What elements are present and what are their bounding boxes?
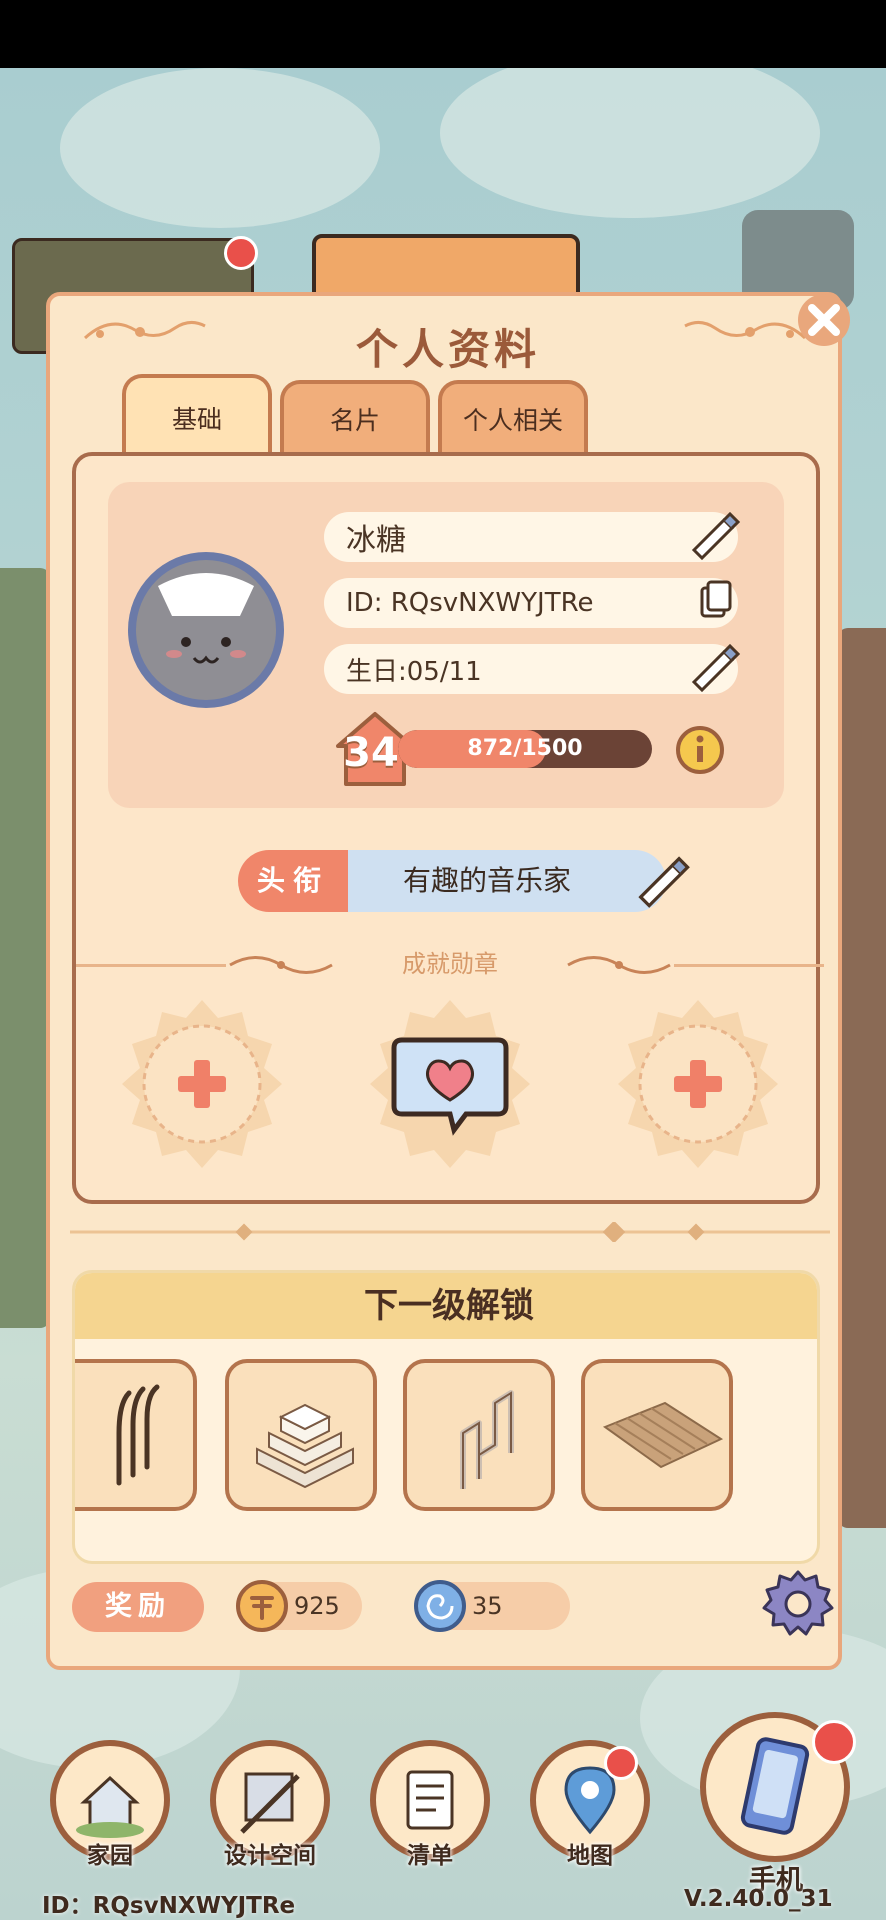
title-label: 头衔 bbox=[238, 850, 348, 912]
divider-left bbox=[76, 964, 226, 967]
flourish-left-icon bbox=[229, 956, 333, 974]
avatar[interactable] bbox=[122, 546, 290, 714]
add-medal-slot-1[interactable] bbox=[114, 996, 290, 1172]
xp-text: 872/1500 bbox=[467, 736, 583, 761]
reward-label: 奖励 bbox=[72, 1582, 204, 1632]
achievement-heading-row: 成就勋章 bbox=[76, 944, 824, 984]
title-pill[interactable]: 头衔 有趣的音乐家 bbox=[238, 850, 690, 912]
fence-item[interactable] bbox=[403, 1359, 555, 1511]
nav-design-label: 设计空间 bbox=[224, 1843, 316, 1869]
section-divider bbox=[70, 1222, 830, 1242]
notification-dot bbox=[224, 236, 258, 270]
flourish-right-icon bbox=[567, 956, 671, 974]
map-notification-dot bbox=[604, 1746, 638, 1780]
close-icon[interactable] bbox=[792, 288, 856, 352]
player-name: 冰糖 bbox=[346, 523, 406, 558]
achievement-medal-heart[interactable] bbox=[362, 996, 538, 1172]
name-field: 冰糖 bbox=[324, 511, 741, 562]
coin-reward: 925 bbox=[236, 1580, 362, 1632]
straw-mat-item[interactable] bbox=[581, 1359, 733, 1511]
stairs-item[interactable] bbox=[225, 1359, 377, 1511]
achievement-heading: 成就勋章 bbox=[402, 950, 498, 978]
gear-icon[interactable] bbox=[760, 1566, 836, 1642]
copy-icon[interactable] bbox=[684, 570, 744, 630]
tab-basic[interactable]: 基础 bbox=[122, 374, 272, 458]
railing-item[interactable] bbox=[75, 1359, 197, 1511]
player-birthday: 生日:05/11 bbox=[346, 656, 482, 687]
level-row: 34 872/1500 bbox=[336, 712, 738, 786]
nav-list-label: 清单 bbox=[407, 1843, 453, 1869]
footer-player-id: ID：RQsvNXWYJTRe bbox=[42, 1893, 296, 1919]
dialog-title: 个人资料 bbox=[355, 325, 540, 374]
player-id: ID: RQsvNXWYJTRe bbox=[346, 588, 594, 618]
divider-right bbox=[674, 964, 824, 967]
nav-map-label: 地图 bbox=[567, 1843, 613, 1869]
basic-info-panel: 冰糖 ID: RQsvNXWYJTRe 生日:05/11 34 872/1500… bbox=[72, 452, 824, 1204]
tab-name-card[interactable]: 名片 bbox=[280, 380, 430, 454]
next-level-unlock-panel: 下一级解锁 bbox=[72, 1270, 820, 1564]
tab-personal[interactable]: 个人相关 bbox=[438, 380, 588, 454]
xp-bar: 872/1500 bbox=[398, 730, 652, 768]
reward-row: 奖励 925 35 bbox=[72, 1570, 834, 1636]
gem-reward: 35 bbox=[414, 1580, 570, 1632]
coin-icon bbox=[236, 1580, 288, 1632]
fence-icon bbox=[460, 1390, 514, 1489]
room-scene-right bbox=[838, 628, 886, 1528]
edit-title-icon[interactable] bbox=[630, 848, 694, 912]
nav-home-label: 家园 bbox=[87, 1843, 133, 1869]
next-level-heading: 下一级解锁 bbox=[75, 1273, 817, 1339]
gem-count: 35 bbox=[472, 1592, 503, 1620]
version-label: V.2.40.0_31 bbox=[684, 1886, 833, 1912]
info-icon[interactable] bbox=[674, 724, 726, 776]
birthday-field: 生日:05/11 bbox=[324, 643, 741, 694]
id-field: ID: RQsvNXWYJTRe bbox=[324, 578, 738, 628]
swirl-gem-icon bbox=[414, 1580, 466, 1632]
phone-notification-dot bbox=[812, 1720, 856, 1764]
profile-card: 冰糖 ID: RQsvNXWYJTRe 生日:05/11 34 872/1500 bbox=[108, 482, 784, 808]
add-medal-slot-3[interactable] bbox=[610, 996, 786, 1172]
railing-icon bbox=[116, 1384, 160, 1486]
level-number: 34 bbox=[343, 730, 399, 776]
straw-mat-icon bbox=[602, 1401, 724, 1469]
profile-dialog: 个人资料 基础 名片 个人相关 冰糖 ID: RQsvNXWYJTRe 生日:0… bbox=[46, 292, 850, 1670]
title-value: 有趣的音乐家 bbox=[348, 850, 666, 912]
garden-scene-left bbox=[0, 568, 50, 1328]
edit-name-icon[interactable] bbox=[684, 504, 744, 564]
edit-birthday-icon[interactable] bbox=[684, 636, 744, 696]
stairs-icon bbox=[256, 1403, 354, 1489]
coin-count: 925 bbox=[294, 1592, 340, 1620]
